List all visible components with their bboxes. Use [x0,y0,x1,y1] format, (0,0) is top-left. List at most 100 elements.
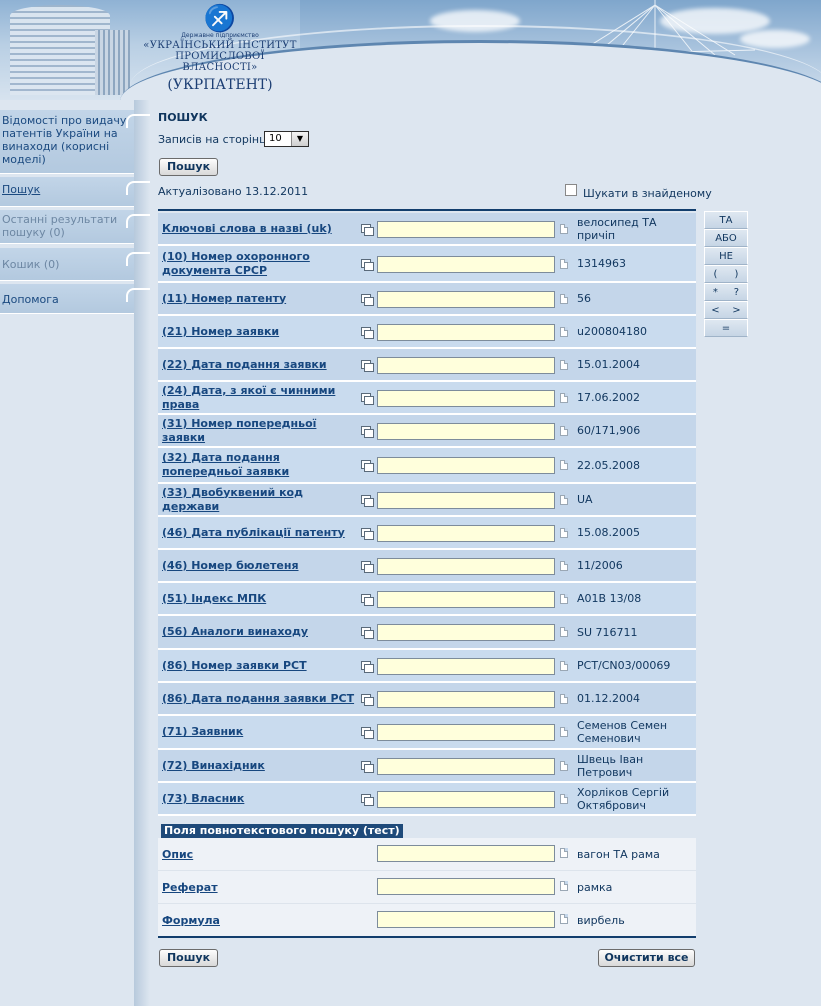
copy-icon[interactable] [361,594,374,606]
copy-icon[interactable] [361,627,374,639]
copy-icon[interactable] [361,426,374,438]
field-row: (46) Дата публікації патенту 15.08.2005 [158,517,696,550]
search-in-found-checkbox[interactable] [565,184,577,196]
sidebar-item-cart[interactable]: Кошик (0) [0,248,152,281]
field-input[interactable] [377,591,555,608]
copy-icon[interactable] [361,360,374,372]
field-example: UA [577,493,593,506]
sidebar-item-label[interactable]: Пошук [2,183,40,196]
field-input[interactable] [377,624,555,641]
field-input[interactable] [377,758,555,775]
field-label[interactable]: (32) Дата подання попередньої заявки [162,448,358,482]
fulltext-input[interactable] [377,878,555,895]
field-input[interactable] [377,423,555,440]
copy-icon[interactable] [361,794,374,806]
copy-icon[interactable] [361,528,374,540]
logo-line1: «УКРАЇНСЬКИЙ ІНСТИТУТ [143,40,297,51]
field-label[interactable]: (31) Номер попередньої заявки [162,415,358,446]
field-label[interactable]: (73) Власник [162,783,358,814]
copy-icon[interactable] [361,661,374,673]
field-input[interactable] [377,390,555,407]
field-label[interactable]: Ключові слова в назві (uk) [162,213,358,244]
field-label[interactable]: (46) Номер бюлетеня [162,550,358,581]
sidebar-item-search[interactable]: Пошук [0,177,152,207]
field-row: (31) Номер попередньої заявки 60/171,906 [158,415,696,448]
operator-lt-button[interactable]: < [711,302,719,318]
field-label[interactable]: (51) Індекс МПК [162,583,358,614]
field-row: Ключові слова в назві (uk) велосипед ТА п… [158,213,696,246]
field-input[interactable] [377,256,555,273]
field-input[interactable] [377,291,555,308]
sidebar-item-help[interactable]: Допомога [0,284,152,314]
clear-all-button[interactable]: Очистити все [598,949,695,967]
field-input[interactable] [377,791,555,808]
fulltext-label[interactable]: Реферат [162,871,218,903]
fulltext-input[interactable] [377,911,555,928]
hook-decoration [126,214,152,228]
operator-question-button[interactable]: ? [734,284,739,300]
chevron-down-icon[interactable]: ▼ [291,132,308,146]
field-label[interactable]: (56) Аналоги винаходу [162,616,358,648]
fulltext-input[interactable] [377,845,555,862]
site-logo[interactable]: ♐ Державне підприємство «УКРАЇНСЬКИЙ ІНС… [140,6,300,94]
field-input[interactable] [377,492,555,509]
field-label[interactable]: (71) Заявник [162,716,358,748]
field-input[interactable] [377,658,555,675]
field-example: Хорліков Сергій Октябрович [577,785,670,812]
updated-date: Актуалізовано 13.12.2011 [158,185,309,198]
copy-icon[interactable] [361,224,374,236]
fulltext-row: Формула вирбель [158,904,696,937]
field-example: 1314963 [577,257,626,270]
field-input[interactable] [377,221,555,238]
search-button-bottom[interactable]: Пошук [159,949,218,967]
copy-icon[interactable] [361,460,374,472]
copy-icon[interactable] [361,495,374,507]
document-icon [560,761,568,771]
field-input[interactable] [377,558,555,575]
field-label[interactable]: (86) Номер заявки РСТ [162,650,358,681]
operator-eq-button[interactable]: = [704,319,748,337]
field-label[interactable]: (24) Дата, з якої є чинними права [162,382,358,413]
search-button-top[interactable]: Пошук [159,158,218,176]
copy-icon[interactable] [361,694,374,706]
field-label[interactable]: (33) Двобуквений код держави [162,484,358,515]
field-label[interactable]: (22) Дата подання заявки [162,349,358,380]
fulltext-label[interactable]: Опис [162,838,193,870]
copy-icon[interactable] [361,727,374,739]
field-input[interactable] [377,691,555,708]
copy-icon[interactable] [361,327,374,339]
field-input[interactable] [377,457,555,474]
field-input[interactable] [377,525,555,542]
sidebar-item-patents-info[interactable]: Відомості про видачу патентів України на… [0,110,152,174]
operator-paren-open-button[interactable]: ( [714,266,718,282]
field-label[interactable]: (10) Номер охоронного документа СРСР [162,246,358,281]
copy-icon[interactable] [361,259,374,271]
document-icon [560,460,568,470]
field-input[interactable] [377,357,555,374]
field-row: (21) Номер заявки u200804180 [158,316,696,349]
copy-icon[interactable] [361,294,374,306]
field-label[interactable]: (86) Дата подання заявки РСТ [162,683,358,714]
operator-star-button[interactable]: * [713,284,718,300]
operator-or-button[interactable]: АБО [704,229,748,247]
field-row: (73) Власник Хорліков Сергій Октябрович [158,783,696,816]
document-icon [560,528,568,538]
operator-paren-close-button[interactable]: ) [735,266,739,282]
operator-and-button[interactable]: ТА [704,211,748,229]
per-page-select[interactable]: 10 ▼ [264,131,309,147]
field-label[interactable]: (72) Винахідник [162,750,358,781]
copy-icon[interactable] [361,393,374,405]
field-input[interactable] [377,324,555,341]
fulltext-label[interactable]: Формула [162,904,220,936]
copy-icon[interactable] [361,761,374,773]
field-label[interactable]: (21) Номер заявки [162,316,358,347]
copy-icon[interactable] [361,561,374,573]
field-input[interactable] [377,724,555,741]
operator-gt-button[interactable]: > [732,302,740,318]
operator-not-button[interactable]: НЕ [704,247,748,265]
field-example: 15.08.2005 [577,526,640,539]
document-icon [560,627,568,637]
field-label[interactable]: (46) Дата публікації патенту [162,517,358,548]
field-label[interactable]: (11) Номер патенту [162,283,358,314]
sidebar-item-last-results[interactable]: Останні результати пошуку (0) [0,210,152,244]
